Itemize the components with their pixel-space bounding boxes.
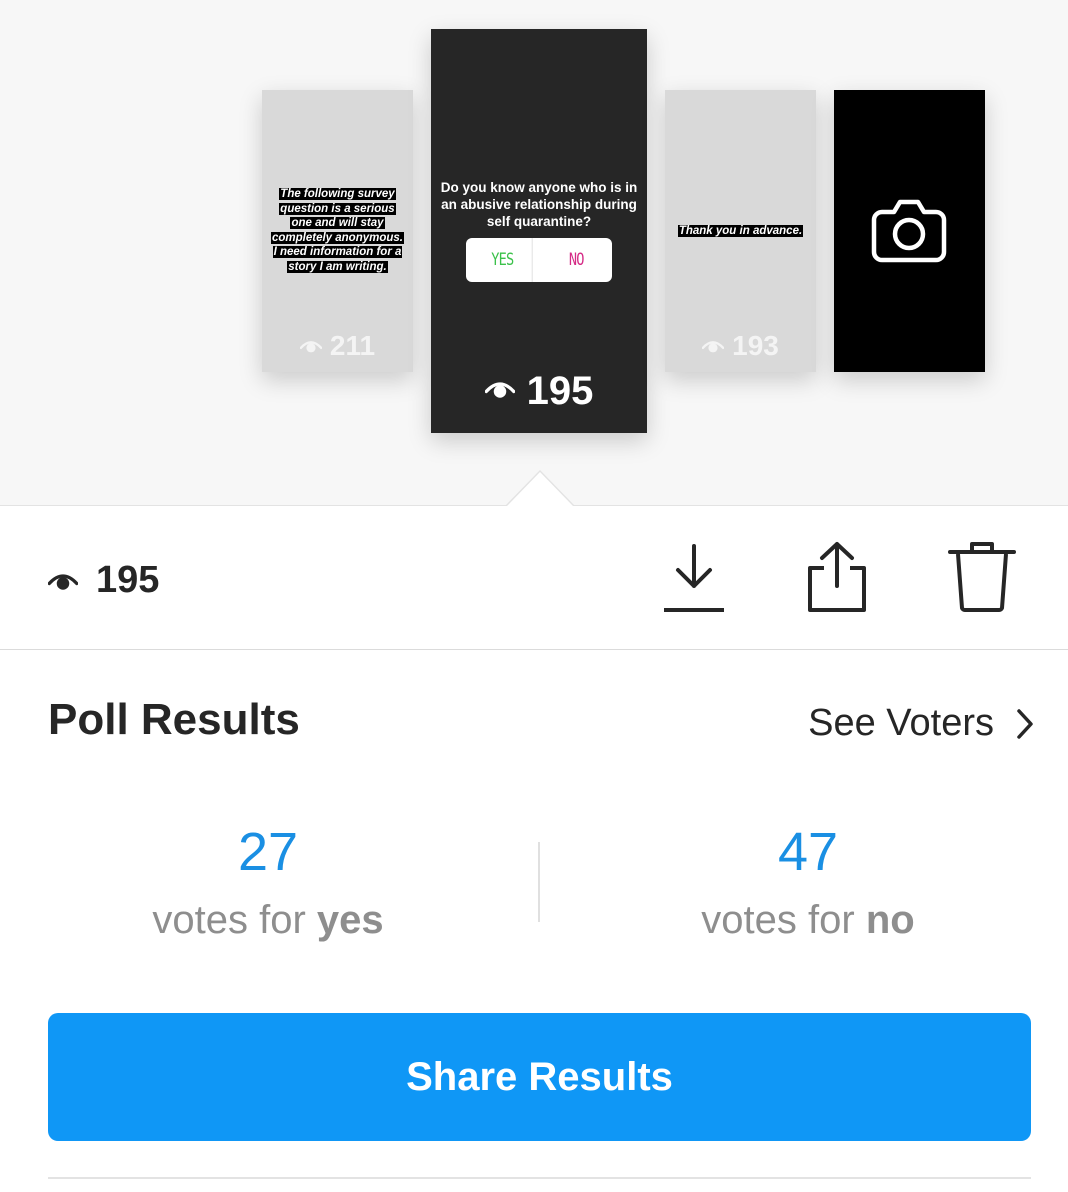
no-result: 47 votes for no: [608, 820, 1008, 943]
views-count[interactable]: 195: [48, 559, 159, 602]
share-results-button[interactable]: Share Results: [48, 1013, 1031, 1141]
story-view-count: 195: [431, 369, 647, 414]
results-divider: [538, 842, 540, 922]
poll-question: Do you know anyone who is in an abusive …: [440, 180, 638, 229]
story-view-count: 211: [262, 330, 413, 362]
bottom-divider: [48, 1177, 1031, 1179]
camera-icon: [871, 199, 947, 263]
eye-icon: [701, 340, 725, 353]
story-text: The following survey question is a serio…: [270, 188, 404, 273]
no-count: 47: [777, 822, 839, 882]
share-icon[interactable]: [804, 540, 870, 614]
story-carousel: The following survey question is a serio…: [0, 0, 1068, 506]
see-voters-label: See Voters: [808, 702, 994, 744]
carousel-pointer-fill: [507, 472, 573, 506]
no-caption: votes for no: [701, 898, 915, 942]
trash-icon[interactable]: [948, 540, 1016, 614]
download-icon[interactable]: [662, 542, 726, 614]
eye-icon: [48, 573, 78, 590]
eye-icon: [299, 340, 323, 353]
poll-option-no: NO: [568, 250, 584, 270]
poll-results-title: Poll Results: [48, 695, 300, 744]
story-thumbnail[interactable]: Thank you in advance. 193: [665, 90, 816, 372]
story-stats-bar: 195: [0, 506, 1068, 650]
poll-sticker: YES NO: [466, 238, 612, 282]
story-thumbnail[interactable]: The following survey question is a serio…: [262, 90, 413, 372]
eye-icon: [484, 382, 515, 399]
story-thumbnail-selected[interactable]: Do you know anyone who is in an abusive …: [431, 29, 647, 433]
yes-result: 27 votes for yes: [68, 820, 468, 943]
yes-caption: votes for yes: [152, 898, 384, 942]
story-text: Thank you in advance.: [677, 225, 804, 237]
yes-count: 27: [237, 822, 299, 882]
chevron-right-icon: [1017, 708, 1033, 739]
see-voters-link[interactable]: See Voters: [808, 702, 1034, 745]
poll-option-yes: YES: [473, 238, 533, 282]
add-story-camera[interactable]: [834, 90, 985, 372]
story-view-count: 193: [665, 330, 816, 362]
